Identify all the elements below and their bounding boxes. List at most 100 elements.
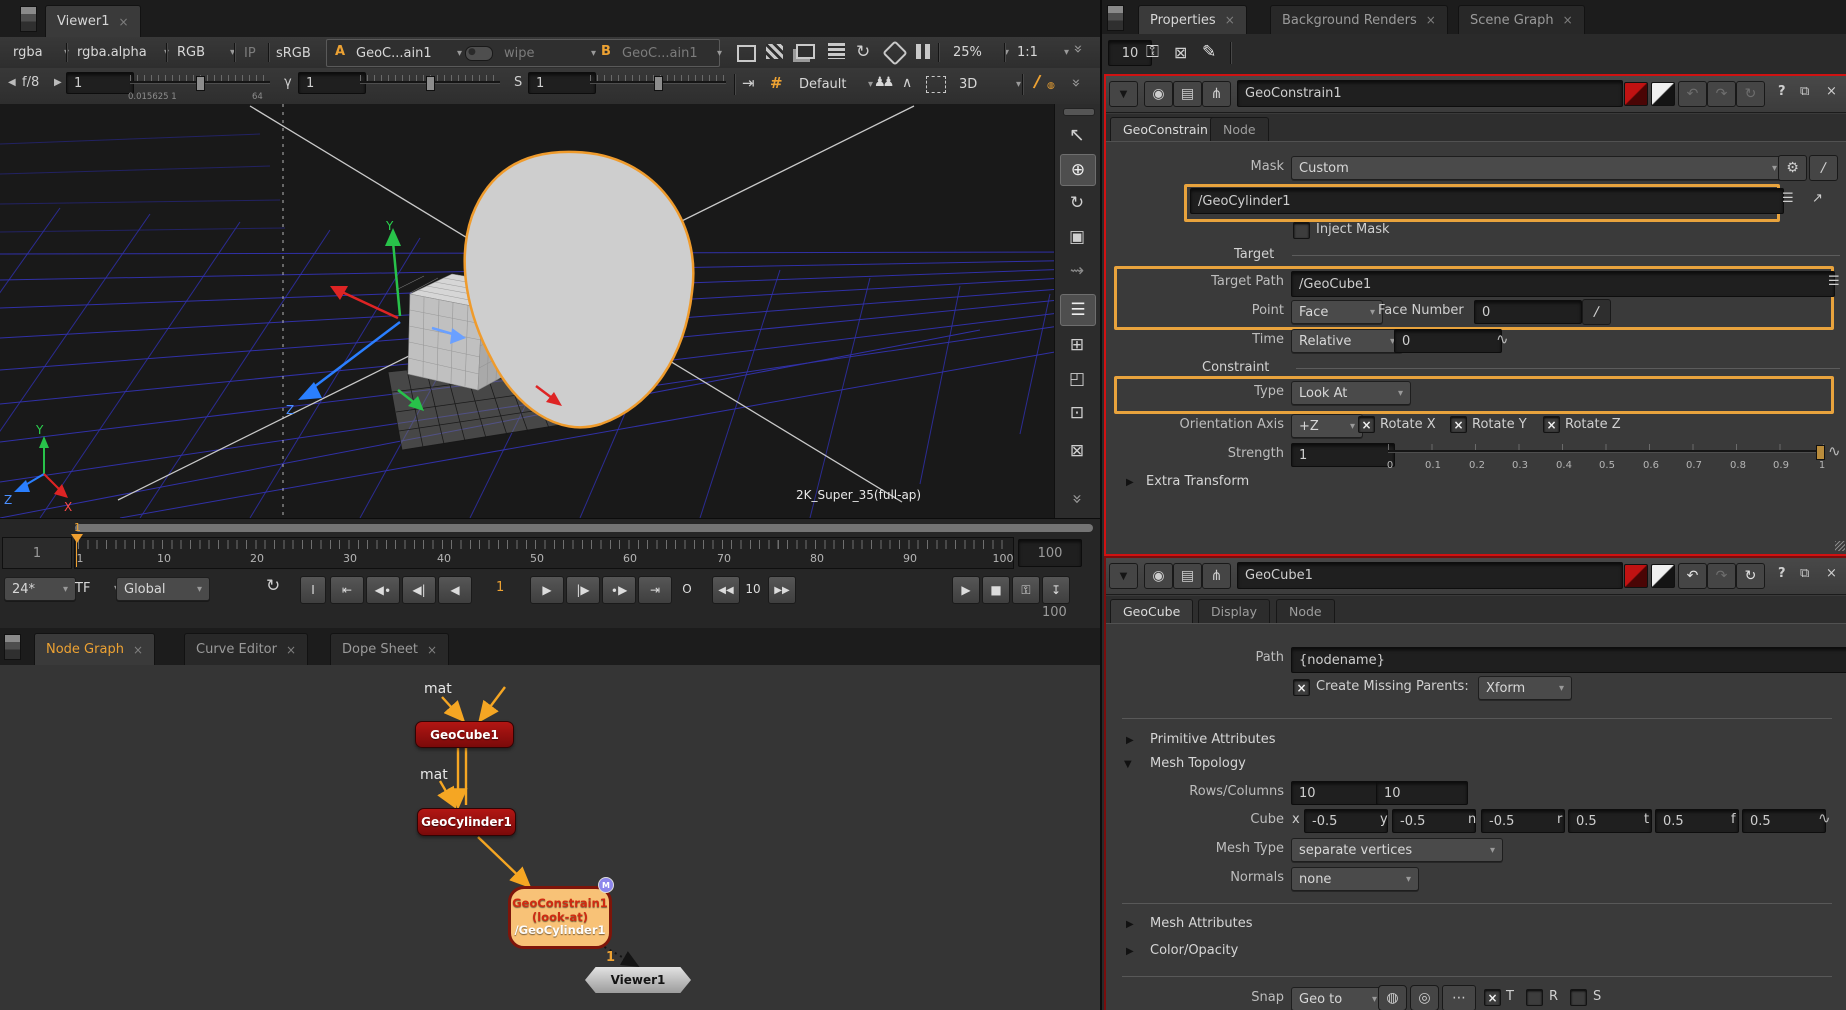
snap-more-button[interactable]: ⋯ <box>1442 985 1476 1010</box>
tab-curve-editor[interactable]: Curve Editor × <box>184 633 308 665</box>
select-tool-icon[interactable]: ↖ <box>1060 120 1094 150</box>
frame-range-dropdown[interactable]: Global▾ <box>116 577 210 601</box>
a-buffer-label[interactable]: A <box>335 44 345 59</box>
gamma-input[interactable]: 1 <box>298 72 366 94</box>
scanlines-icon[interactable] <box>828 43 845 59</box>
step-back-button[interactable]: ◀| <box>402 576 436 604</box>
monitor-output-button[interactable]: ▤ <box>1173 81 1202 107</box>
range-end-box[interactable]: 100 <box>1018 539 1082 567</box>
collapse-icon[interactable]: ▼ <box>1124 759 1132 770</box>
animation-curve-icon[interactable]: ∿ <box>1828 442 1841 460</box>
play-button[interactable]: ▶ <box>530 576 564 604</box>
refresh-icon[interactable]: ↻ <box>856 42 870 62</box>
input-process-button[interactable]: IP <box>244 46 256 61</box>
people-icon[interactable]: ♟♟ <box>874 75 891 90</box>
revert-button[interactable]: ↻ <box>1736 563 1765 589</box>
collapse-panel-button[interactable]: ▼ <box>1109 81 1138 107</box>
wipe-toggle[interactable]: ● <box>465 46 493 61</box>
rotate-x-checkbox[interactable]: × <box>1358 416 1375 433</box>
face-eyedropper-button[interactable]: ∕ <box>1582 299 1611 325</box>
tab-node-graph[interactable]: Node Graph × <box>34 633 155 665</box>
help-icon[interactable]: ? <box>1778 566 1786 581</box>
node-geocube1[interactable]: GeoCube1 <box>415 721 514 748</box>
rotate-tool-icon[interactable]: ↻ <box>1060 188 1094 218</box>
primitive-attributes-label[interactable]: Primitive Attributes <box>1150 732 1276 747</box>
redo-button[interactable]: ↷ <box>1707 563 1736 589</box>
toolbar-slider[interactable] <box>1063 108 1095 116</box>
close-icon[interactable]: × <box>427 643 437 657</box>
close-icon[interactable]: × <box>118 15 128 29</box>
node-color-swatch[interactable] <box>1624 564 1648 588</box>
node-color-swatch[interactable] <box>1624 82 1648 106</box>
xform-dropdown[interactable]: Xform▾ <box>1478 676 1572 700</box>
undo-button[interactable]: ↶ <box>1678 81 1707 107</box>
export-range-button[interactable]: ↧ <box>1042 576 1070 604</box>
expand-icon[interactable]: ▶ <box>1126 735 1134 746</box>
jump-frames-value[interactable]: 10 <box>740 576 766 602</box>
marquee-grid-tool-icon[interactable]: ⊞ <box>1060 330 1094 360</box>
close-all-panels-icon[interactable]: ⊠ <box>1174 43 1187 62</box>
snap-s-checkbox[interactable]: × <box>1570 989 1587 1006</box>
play-backward-button[interactable]: ◀ <box>438 576 472 604</box>
orientation-axis-dropdown[interactable]: +Z▾ <box>1291 414 1363 438</box>
cube-y-input[interactable]: -0.5 <box>1392 809 1476 833</box>
layer-dropdown[interactable]: rgba.alpha▾ <box>70 41 176 63</box>
translate-tool-icon[interactable]: ⊕ <box>1060 154 1096 186</box>
sample-eyedropper-icon[interactable]: ∕ <box>1032 72 1042 93</box>
gl-color-swatch[interactable] <box>1651 564 1675 588</box>
tab-background-renders[interactable]: Background Renders × <box>1270 5 1448 34</box>
panel-grip[interactable] <box>1107 5 1124 31</box>
close-icon[interactable]: × <box>286 643 296 657</box>
color-opacity-label[interactable]: Color/Opacity <box>1150 943 1238 958</box>
tab-geoconstrain[interactable]: GeoConstrain <box>1110 117 1221 141</box>
cube-n-input[interactable]: -0.5 <box>1481 809 1565 833</box>
wrench-settings-button[interactable]: ⋔ <box>1202 563 1231 589</box>
target-path-input[interactable]: /GeoCube1 <box>1291 271 1835 297</box>
viewer-lut-button[interactable]: sRGB <box>276 46 311 61</box>
columns-input[interactable]: 10 <box>1376 781 1468 805</box>
tab-geocube[interactable]: GeoCube <box>1110 599 1193 623</box>
constraint-type-dropdown[interactable]: Look At▾ <box>1291 381 1411 405</box>
tab-dope-sheet[interactable]: Dope Sheet × <box>330 633 449 665</box>
loop-mode-icon[interactable]: ↻ <box>266 576 280 596</box>
time-mode-dropdown[interactable]: Relative▾ <box>1291 329 1403 353</box>
tab-display[interactable]: Display <box>1198 599 1270 623</box>
cube-x-input[interactable]: -0.5 <box>1304 809 1388 833</box>
current-frame[interactable]: 1 <box>496 580 504 595</box>
snap-geo-button[interactable]: ◍ <box>1378 985 1407 1010</box>
resize-grip[interactable] <box>1835 541 1845 551</box>
lock-panels-icon[interactable]: ⚿ <box>1146 42 1159 62</box>
gamma-slider[interactable] <box>360 75 500 89</box>
playhead[interactable]: 1 <box>70 521 84 567</box>
skew-tool-icon[interactable]: ⇝ <box>1060 256 1094 286</box>
prev-stop-icon[interactable]: ◀ <box>8 77 16 88</box>
curve-profile-icon[interactable]: ∧ <box>902 75 912 91</box>
close-panel-icon[interactable]: × <box>1826 566 1837 581</box>
tab-scene-graph[interactable]: Scene Graph × <box>1458 5 1585 34</box>
frame-grid-tool-icon[interactable]: ⊡ <box>1060 398 1094 428</box>
panel-grip[interactable] <box>4 634 21 660</box>
point-dropdown[interactable]: Face▾ <box>1291 300 1383 324</box>
goto-end-button[interactable]: ⇥ <box>638 576 672 604</box>
display-channels-dropdown[interactable]: RGB▾ <box>170 41 242 63</box>
step-forward-button[interactable]: |▶ <box>566 576 600 604</box>
tab-viewer1[interactable]: Viewer1 × <box>45 5 141 37</box>
snap-r-checkbox[interactable]: × <box>1526 989 1543 1006</box>
pixel-aspect-dropdown[interactable]: 1:1▾ <box>1010 41 1076 63</box>
input-process-icon[interactable]: ⇥ <box>742 74 755 92</box>
layout-tool-icon[interactable]: ☰ <box>1060 294 1096 326</box>
goto-start-button[interactable]: ⇤ <box>330 576 364 604</box>
expand-icon[interactable]: ▶ <box>1126 946 1134 957</box>
nodegraph-canvas[interactable]: mat GeoCube1 mat GeoCylinder1 GeoConstra… <box>0 665 1100 1010</box>
monitor-output-button[interactable]: ▤ <box>1173 563 1202 589</box>
close-icon[interactable]: × <box>133 643 143 657</box>
collapse-panel-button[interactable]: ▼ <box>1109 563 1138 589</box>
close-icon[interactable]: × <box>1225 13 1235 27</box>
roi-marquee-icon[interactable] <box>926 76 946 93</box>
float-window-icon[interactable]: ⧉ <box>1800 84 1809 99</box>
rotate-y-checkbox[interactable]: × <box>1450 416 1467 433</box>
node-geoconstrain1[interactable]: GeoConstrain1 (look-at) /GeoCylinder1 <box>508 886 612 949</box>
fstop-label[interactable]: f/8 <box>22 75 39 90</box>
cube-f-input[interactable]: 0.5 <box>1742 809 1826 833</box>
chevron-double-icon[interactable]: » <box>1062 482 1092 516</box>
